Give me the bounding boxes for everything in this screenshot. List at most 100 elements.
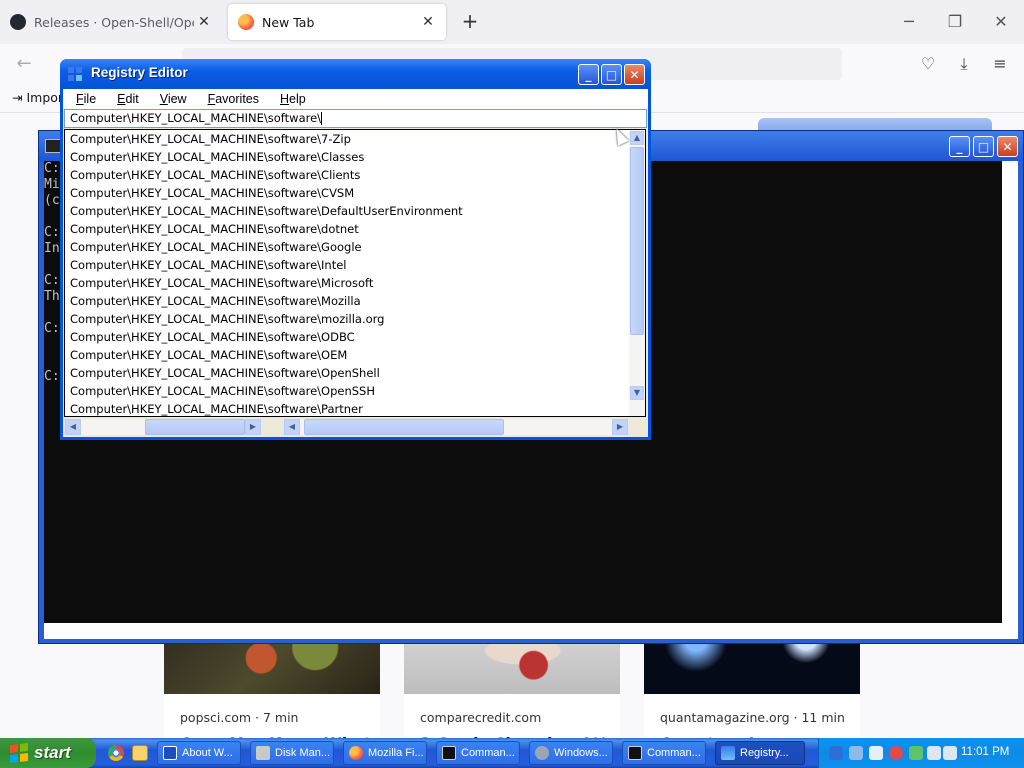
back-icon[interactable]: ← (12, 52, 36, 76)
autocomplete-item[interactable]: Computer\HKEY_LOCAL_MACHINE\software\CVS… (65, 184, 630, 202)
network-icon[interactable] (829, 746, 843, 760)
start-button[interactable]: start (0, 738, 96, 768)
menu-help[interactable]: Help (267, 89, 314, 109)
close-button[interactable]: ✕ (997, 136, 1018, 157)
values-horizontal-scrollbar[interactable]: ◀ ▶ (284, 419, 628, 435)
menu-view[interactable]: View (147, 89, 195, 109)
import-icon: ⇥ (12, 90, 27, 105)
scroll-up-icon[interactable]: ▲ (630, 131, 644, 145)
maximize-button[interactable]: □ (601, 64, 622, 85)
chrome-quicklaunch-icon[interactable] (108, 745, 124, 761)
address-text: Computer\HKEY_LOCAL_MACHINE\software\ (70, 111, 322, 125)
menu-edit[interactable]: Edit (104, 89, 147, 109)
dropdown-vertical-scrollbar[interactable]: ▲ ▼ (629, 130, 645, 416)
regedit-titlebar[interactable]: Registry Editor _ □ ✕ (60, 59, 651, 89)
menu-bar: File Edit View Favorites Help (63, 89, 648, 109)
tab-title: Releases · Open-Shell/Open-Shell (34, 14, 194, 30)
close-tab-icon[interactable]: ✕ (418, 14, 438, 30)
volume-icon[interactable] (943, 746, 957, 760)
story-source: quantamagazine.org · 11 min (660, 710, 845, 725)
story-source: popsci.com · 7 min (180, 710, 299, 725)
firefox-icon (238, 14, 254, 30)
clock[interactable]: 11:01 PM (961, 746, 1009, 758)
scroll-right-icon[interactable]: ▶ (245, 419, 261, 435)
taskbar-item-firefox[interactable]: Mozilla Fi... (343, 741, 427, 765)
close-browser-icon[interactable]: ✕ (986, 10, 1016, 34)
windows-logo-icon (10, 743, 28, 763)
taskbar-item-registry-editor[interactable]: Registry... (715, 741, 805, 765)
autocomplete-list: Computer\HKEY_LOCAL_MACHINE\software\7-Z… (65, 130, 630, 416)
system-tray: 11:01 PM (818, 738, 1024, 768)
minimize-button[interactable]: _ (578, 64, 599, 85)
scroll-down-icon[interactable]: ▼ (630, 386, 644, 400)
autocomplete-item[interactable]: Computer\HKEY_LOCAL_MACHINE\software\7-Z… (65, 130, 630, 148)
taskbar-item-command-prompt-1[interactable]: Comman... (436, 741, 520, 765)
autocomplete-item[interactable]: Computer\HKEY_LOCAL_MACHINE\software\dot… (65, 220, 630, 238)
taskbar-item-about-windows[interactable]: About W... (157, 741, 241, 765)
new-tab-button[interactable]: + (458, 10, 482, 34)
autocomplete-item[interactable]: Computer\HKEY_LOCAL_MACHINE\software\Cla… (65, 148, 630, 166)
maximize-button[interactable]: □ (973, 136, 994, 157)
taskbar-item-label: Registry... (740, 747, 789, 759)
story-source: comparecredit.com (420, 710, 542, 725)
scroll-right-icon[interactable]: ▶ (612, 419, 628, 435)
horizontal-scrollbars: ◀ ▶ ◀ ▶ (63, 417, 648, 437)
tree-horizontal-scrollbar[interactable]: ◀ ▶ (65, 419, 261, 435)
security-alert-icon[interactable] (889, 746, 903, 760)
autocomplete-item[interactable]: Computer\HKEY_LOCAL_MACHINE\software\Ope… (65, 382, 630, 400)
network-connection-icon[interactable] (927, 746, 941, 760)
command-prompt-icon (628, 746, 642, 760)
autocomplete-item[interactable]: Computer\HKEY_LOCAL_MACHINE\software\ODB… (65, 328, 630, 346)
autocomplete-item[interactable]: Computer\HKEY_LOCAL_MACHINE\software\Int… (65, 256, 630, 274)
disk-management-icon (256, 746, 270, 760)
restore-browser-icon[interactable]: ❐ (940, 10, 970, 34)
minimize-button[interactable]: _ (949, 136, 970, 157)
console-icon (45, 139, 61, 153)
scroll-thumb[interactable] (630, 147, 644, 335)
tab-releases[interactable]: Releases · Open-Shell/Open-Shell ✕ (0, 4, 222, 40)
autocomplete-item[interactable]: Computer\HKEY_LOCAL_MACHINE\software\OEM (65, 346, 630, 364)
scroll-thumb[interactable] (304, 419, 504, 435)
window-title: Registry Editor (91, 65, 188, 80)
menu-icon[interactable]: ≡ (988, 52, 1012, 76)
minimize-browser-icon[interactable]: ─ (894, 10, 924, 34)
menu-favorites[interactable]: Favorites (195, 89, 267, 109)
autocomplete-item[interactable]: Computer\HKEY_LOCAL_MACHINE\software\Par… (65, 400, 630, 416)
autocomplete-item[interactable]: Computer\HKEY_LOCAL_MACHINE\software\Def… (65, 202, 630, 220)
autocomplete-item[interactable]: Computer\HKEY_LOCAL_MACHINE\software\Goo… (65, 238, 630, 256)
menu-file[interactable]: File (63, 89, 104, 109)
downloads-icon[interactable]: ⤓ (952, 52, 976, 76)
close-button[interactable]: ✕ (624, 64, 645, 85)
autocomplete-item[interactable]: Computer\HKEY_LOCAL_MACHINE\software\Cli… (65, 166, 630, 184)
sync-icon[interactable] (909, 746, 923, 760)
regedit-icon (68, 67, 82, 81)
registry-editor-window[interactable]: Registry Editor _ □ ✕ File Edit View Fav… (60, 59, 651, 440)
pocket-icon[interactable]: ♡ (916, 52, 940, 76)
taskbar-item-command-prompt-2[interactable]: Comman... (622, 741, 706, 765)
autocomplete-item[interactable]: Computer\HKEY_LOCAL_MACHINE\software\moz… (65, 310, 630, 328)
scroll-left-icon[interactable]: ◀ (65, 419, 81, 435)
close-tab-icon[interactable]: ✕ (194, 14, 214, 30)
monitor-icon[interactable] (869, 746, 883, 760)
taskbar-item-label: Comman... (647, 747, 701, 759)
regedit-client-area: File Edit View Favorites Help Computer\H… (63, 89, 648, 437)
autocomplete-dropdown[interactable]: Computer\HKEY_LOCAL_MACHINE\software\7-Z… (64, 129, 646, 417)
windows-settings-icon (535, 746, 549, 760)
autocomplete-item[interactable]: Computer\HKEY_LOCAL_MACHINE\software\Moz… (65, 292, 630, 310)
taskbar-item-windows[interactable]: Windows... (529, 741, 613, 765)
text-caret (321, 112, 323, 125)
about-windows-icon (163, 746, 177, 760)
scroll-left-icon[interactable]: ◀ (284, 419, 300, 435)
scroll-thumb[interactable] (145, 419, 245, 435)
autocomplete-item[interactable]: Computer\HKEY_LOCAL_MACHINE\software\Mic… (65, 274, 630, 292)
wifi-off-icon[interactable] (849, 746, 863, 760)
autocomplete-item[interactable]: Computer\HKEY_LOCAL_MACHINE\software\Ope… (65, 364, 630, 382)
start-label: start (34, 743, 71, 762)
explorer-quicklaunch-icon[interactable] (132, 745, 148, 761)
github-icon (10, 14, 26, 30)
tab-title: New Tab (262, 14, 315, 30)
taskbar-item-disk-management[interactable]: Disk Man... (250, 741, 334, 765)
address-bar-input[interactable]: Computer\HKEY_LOCAL_MACHINE\software\ (64, 109, 647, 128)
console-scrollbar[interactable] (1002, 161, 1018, 623)
tab-new-tab[interactable]: New Tab ✕ (228, 4, 446, 40)
